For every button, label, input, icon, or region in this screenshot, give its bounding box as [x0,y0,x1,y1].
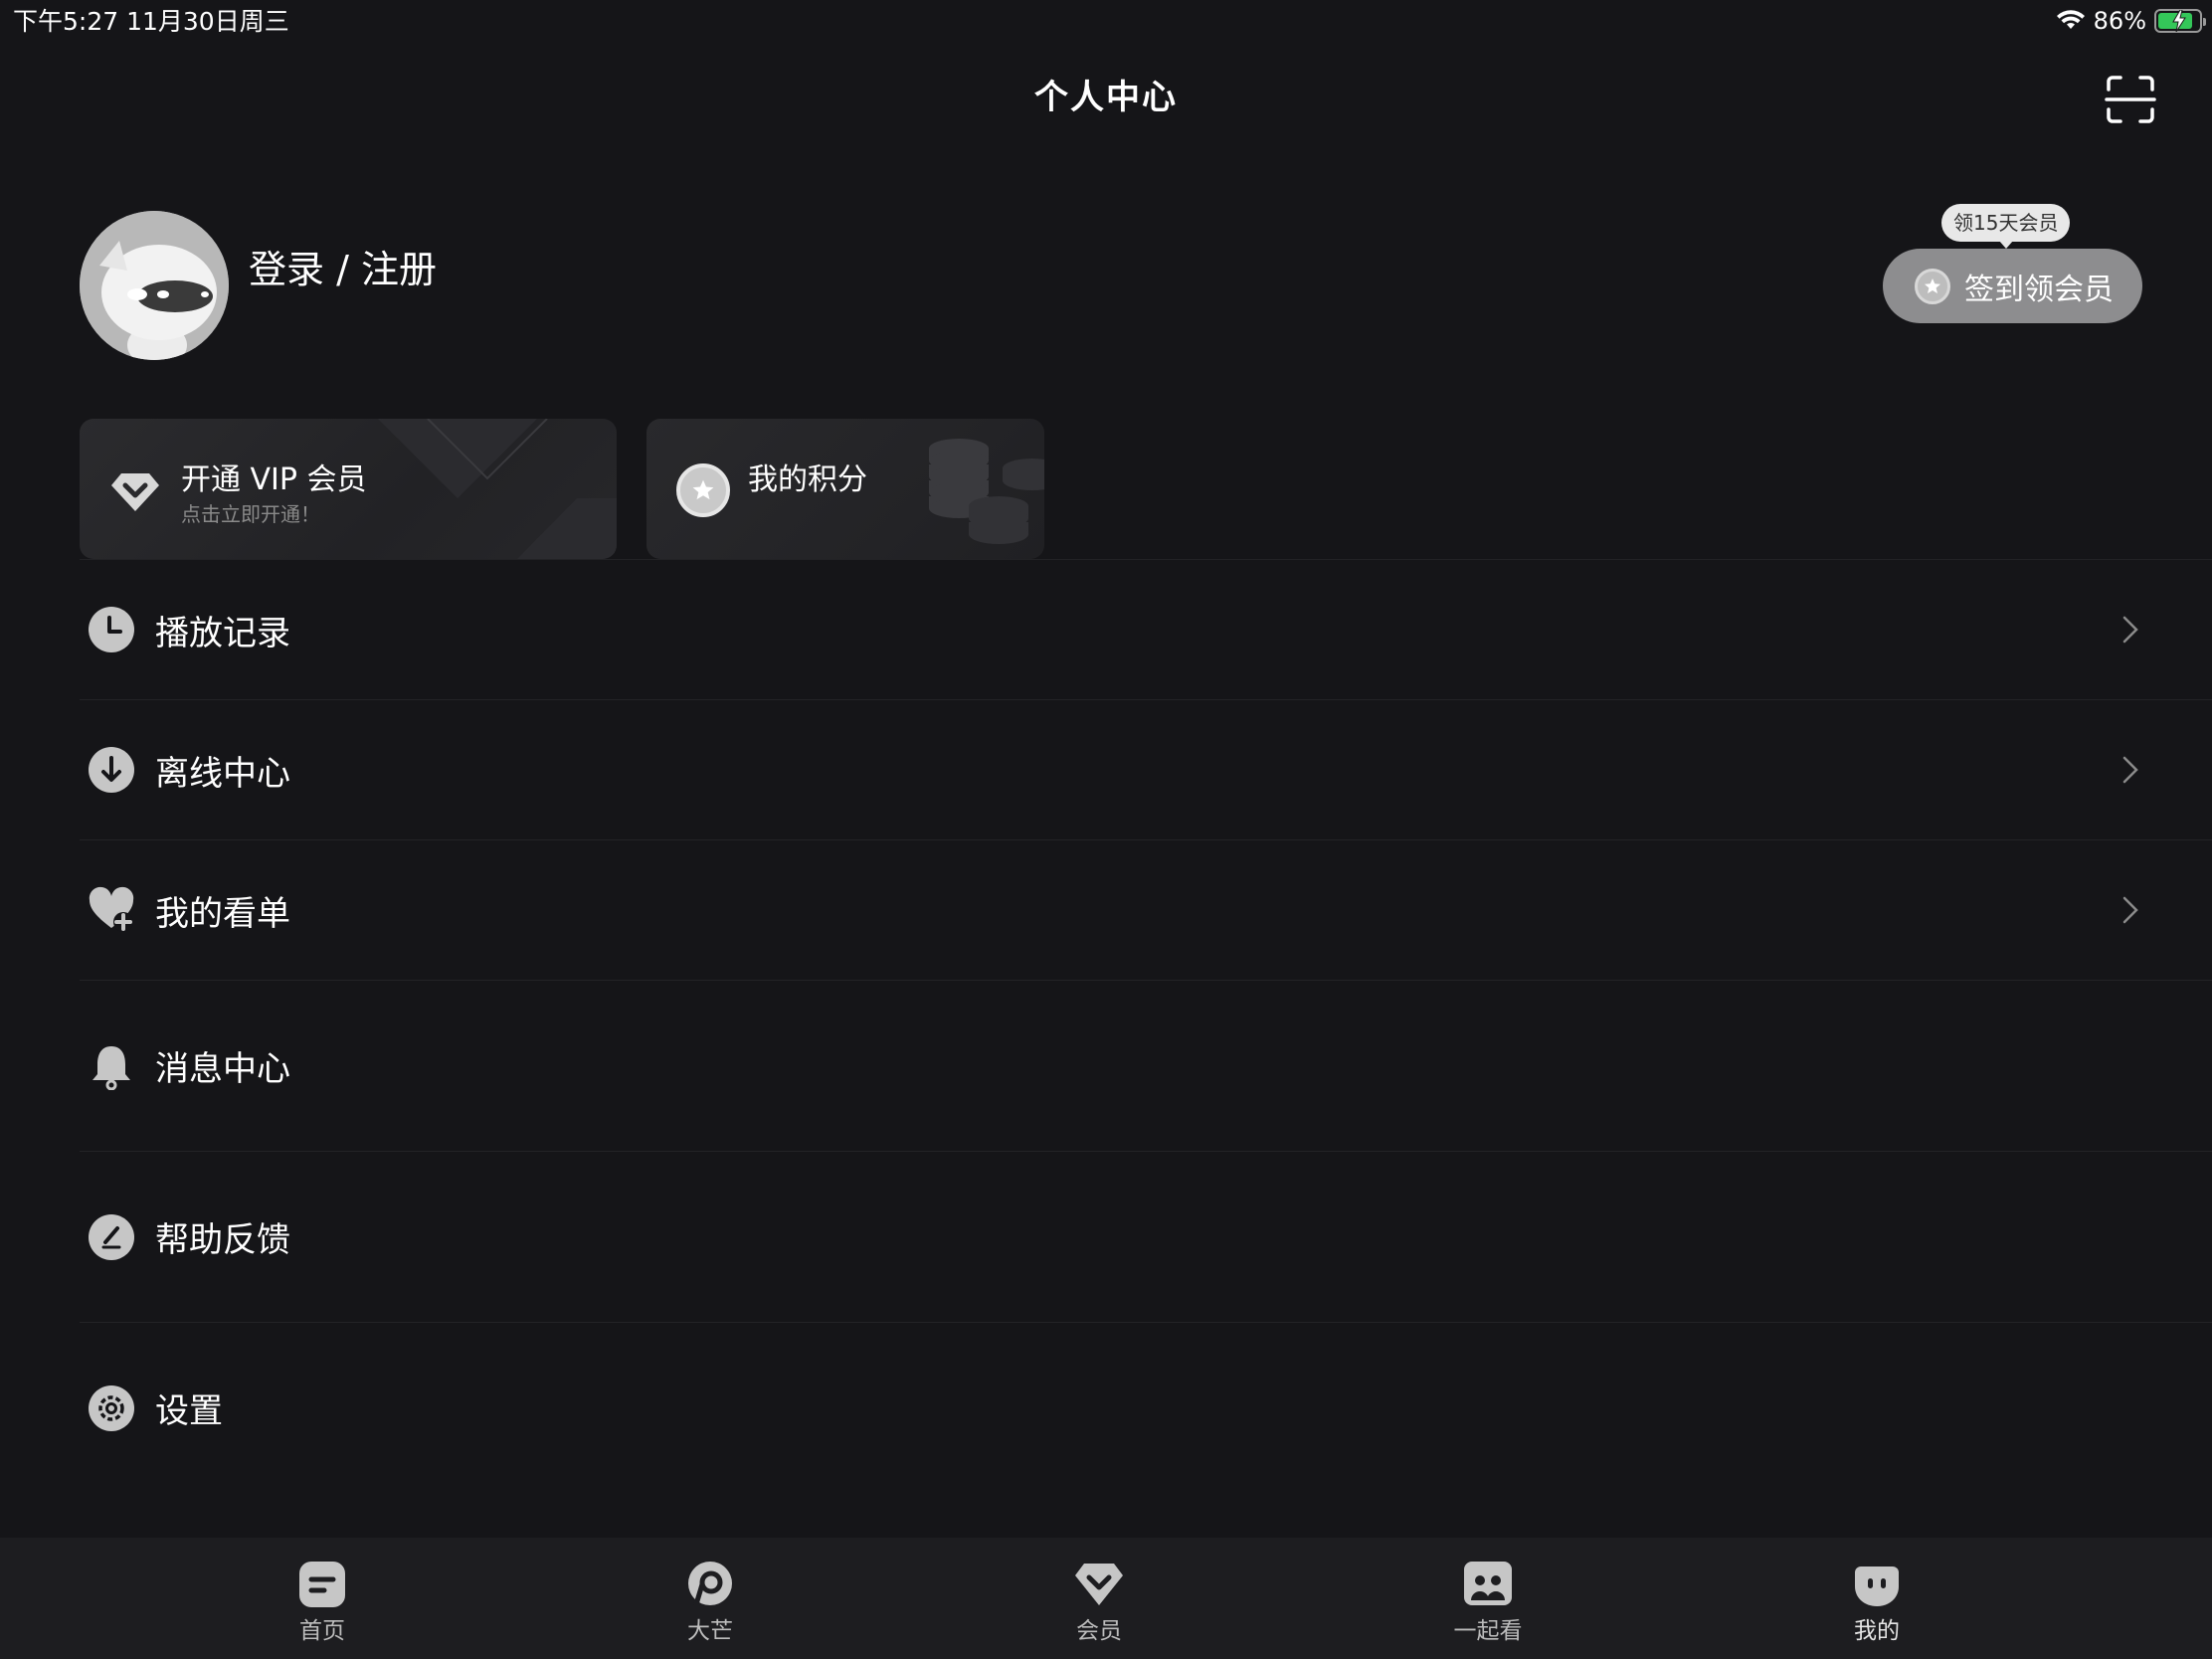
diamond-icon [111,473,159,511]
menu-item-watchlist[interactable]: 我的看单 [80,839,2212,980]
vip-heart-icon [1072,1560,1126,1609]
download-icon [88,746,135,794]
wifi-icon [2056,10,2085,29]
avatar[interactable] [80,211,229,360]
clock-icon [88,606,135,653]
tab-home[interactable]: 首页 [243,1560,402,1649]
battery-nub [2203,18,2206,26]
tab-label: 我的 [1854,1618,1900,1644]
status-time: 下午5:27 11月30日周三 [13,7,289,36]
menu-item-label: 消息中心 [155,1049,290,1089]
mango-icon [683,1560,737,1609]
feedback-icon [88,1213,135,1261]
menu-item-offline-center[interactable]: 离线中心 [80,699,2212,839]
gear-icon [88,1384,135,1432]
battery-percent: 86% [2093,7,2146,35]
bell-icon [88,1042,135,1090]
tab-label: 首页 [299,1618,345,1644]
menu-item-play-history[interactable]: 播放记录 [80,559,2212,699]
tab-damang[interactable]: 大芒 [631,1560,790,1649]
menu-item-settings[interactable]: 设置 [80,1322,2212,1493]
heart-plus-icon [88,886,135,934]
page-title: 个人中心 [1034,78,1178,117]
mine-icon [1850,1560,1904,1609]
tab-label: 一起看 [1453,1618,1523,1644]
checkin-button[interactable]: 签到领会员 [1883,249,2142,323]
menu-item-label: 我的看单 [155,893,290,934]
login-register-link[interactable]: 登录 / 注册 [249,239,437,293]
star-coin-icon [1915,268,1950,304]
menu-item-label: 帮助反馈 [155,1220,290,1260]
points-card-title: 我的积分 [748,462,867,497]
vip-card[interactable]: 开通 VIP 会员 点击立即开通！ [80,419,617,559]
checkin-label: 签到领会员 [1964,272,2114,307]
menu-item-help-feedback[interactable]: 帮助反馈 [80,1151,2212,1322]
tab-vip[interactable]: 会员 [1019,1560,1179,1649]
menu-list: 播放记录 离线中心 我的看单 消息中心 帮助反馈 设置 [80,559,2212,1493]
promo-tip-bubble: 领15天会员 [1941,204,2071,249]
screen: 下午5:27 11月30日周三 86% 个人中心 登录 / 注册 领15天会员 … [0,0,2212,1659]
tab-watch-together[interactable]: 一起看 [1408,1560,1567,1649]
vip-card-subtitle: 点击立即开通！ [181,502,320,526]
star-coin-icon [676,463,730,517]
menu-item-message-center[interactable]: 消息中心 [80,980,2212,1151]
tab-label: 大芒 [687,1618,733,1644]
battery-icon [2154,9,2206,33]
menu-item-label: 离线中心 [155,753,290,794]
charging-bolt-icon [2172,10,2186,32]
menu-item-label: 播放记录 [155,613,290,653]
tab-bar: 首页 大芒 会员 一起看 我的 [0,1538,2212,1659]
tab-label: 会员 [1076,1618,1122,1644]
mascot-avatar-icon [80,211,229,360]
points-card[interactable]: 我的积分 [646,419,1044,559]
watch-together-icon [1461,1560,1515,1609]
scan-icon[interactable] [2105,74,2156,125]
vip-card-title: 开通 VIP 会员 [181,462,367,497]
status-right: 86% [2056,4,2206,38]
status-bar: 下午5:27 11月30日周三 86% [0,0,2212,40]
home-icon [295,1560,349,1609]
chevron-right-icon [2122,756,2138,784]
coins-stack-decoration [929,439,1044,544]
chevron-right-icon [2122,616,2138,644]
tab-mine[interactable]: 我的 [1797,1560,1956,1649]
menu-item-label: 设置 [155,1391,223,1431]
chevron-right-icon [2122,896,2138,924]
